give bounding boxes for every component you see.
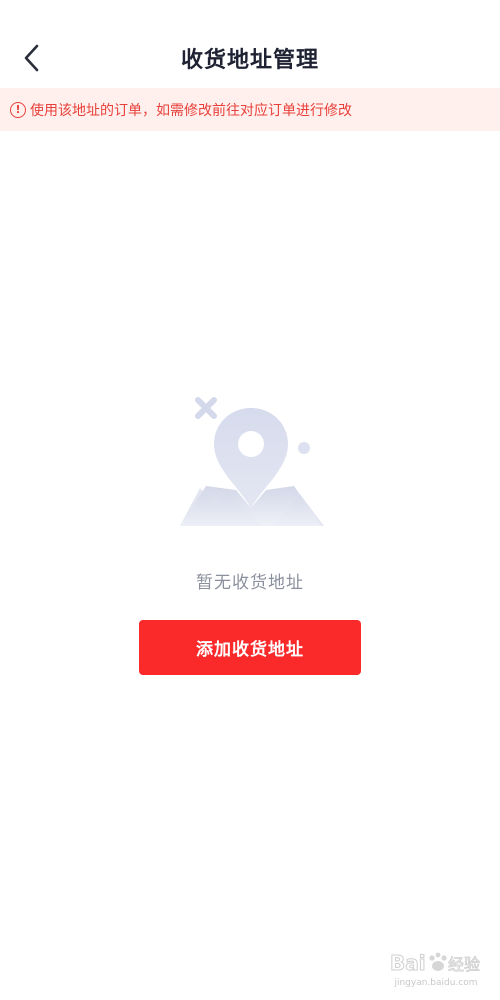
nav-bar: 收货地址管理 [0, 0, 500, 88]
notice-banner: ! 使用该地址的订单，如需修改前往对应订单进行修改 [0, 88, 500, 131]
page-title: 收货地址管理 [180, 48, 319, 73]
dot-mark [298, 442, 310, 454]
svg-text:Bai: Bai [390, 951, 426, 975]
watermark: Bai 经验 jingyan.baidu.com [388, 948, 484, 989]
address-management-screen: 收货地址管理 ! 使用该地址的订单，如需修改前往对应订单进行修改 暂无收货地址 … [0, 0, 500, 1000]
location-pin-illustration [180, 397, 324, 526]
add-address-button[interactable]: 添加收货地址 [139, 620, 361, 675]
svg-text:经验: 经验 [448, 955, 480, 974]
cross-mark-icon [195, 397, 217, 419]
empty-state-text: 暂无收货地址 [196, 573, 304, 593]
info-icon: ! [10, 101, 26, 118]
notice-text: 使用该地址的订单，如需修改前往对应订单进行修改 [30, 102, 352, 119]
baidu-jingyan-logo: Bai 经验 [390, 951, 481, 976]
watermark-url: jingyan.baidu.com [394, 978, 478, 988]
